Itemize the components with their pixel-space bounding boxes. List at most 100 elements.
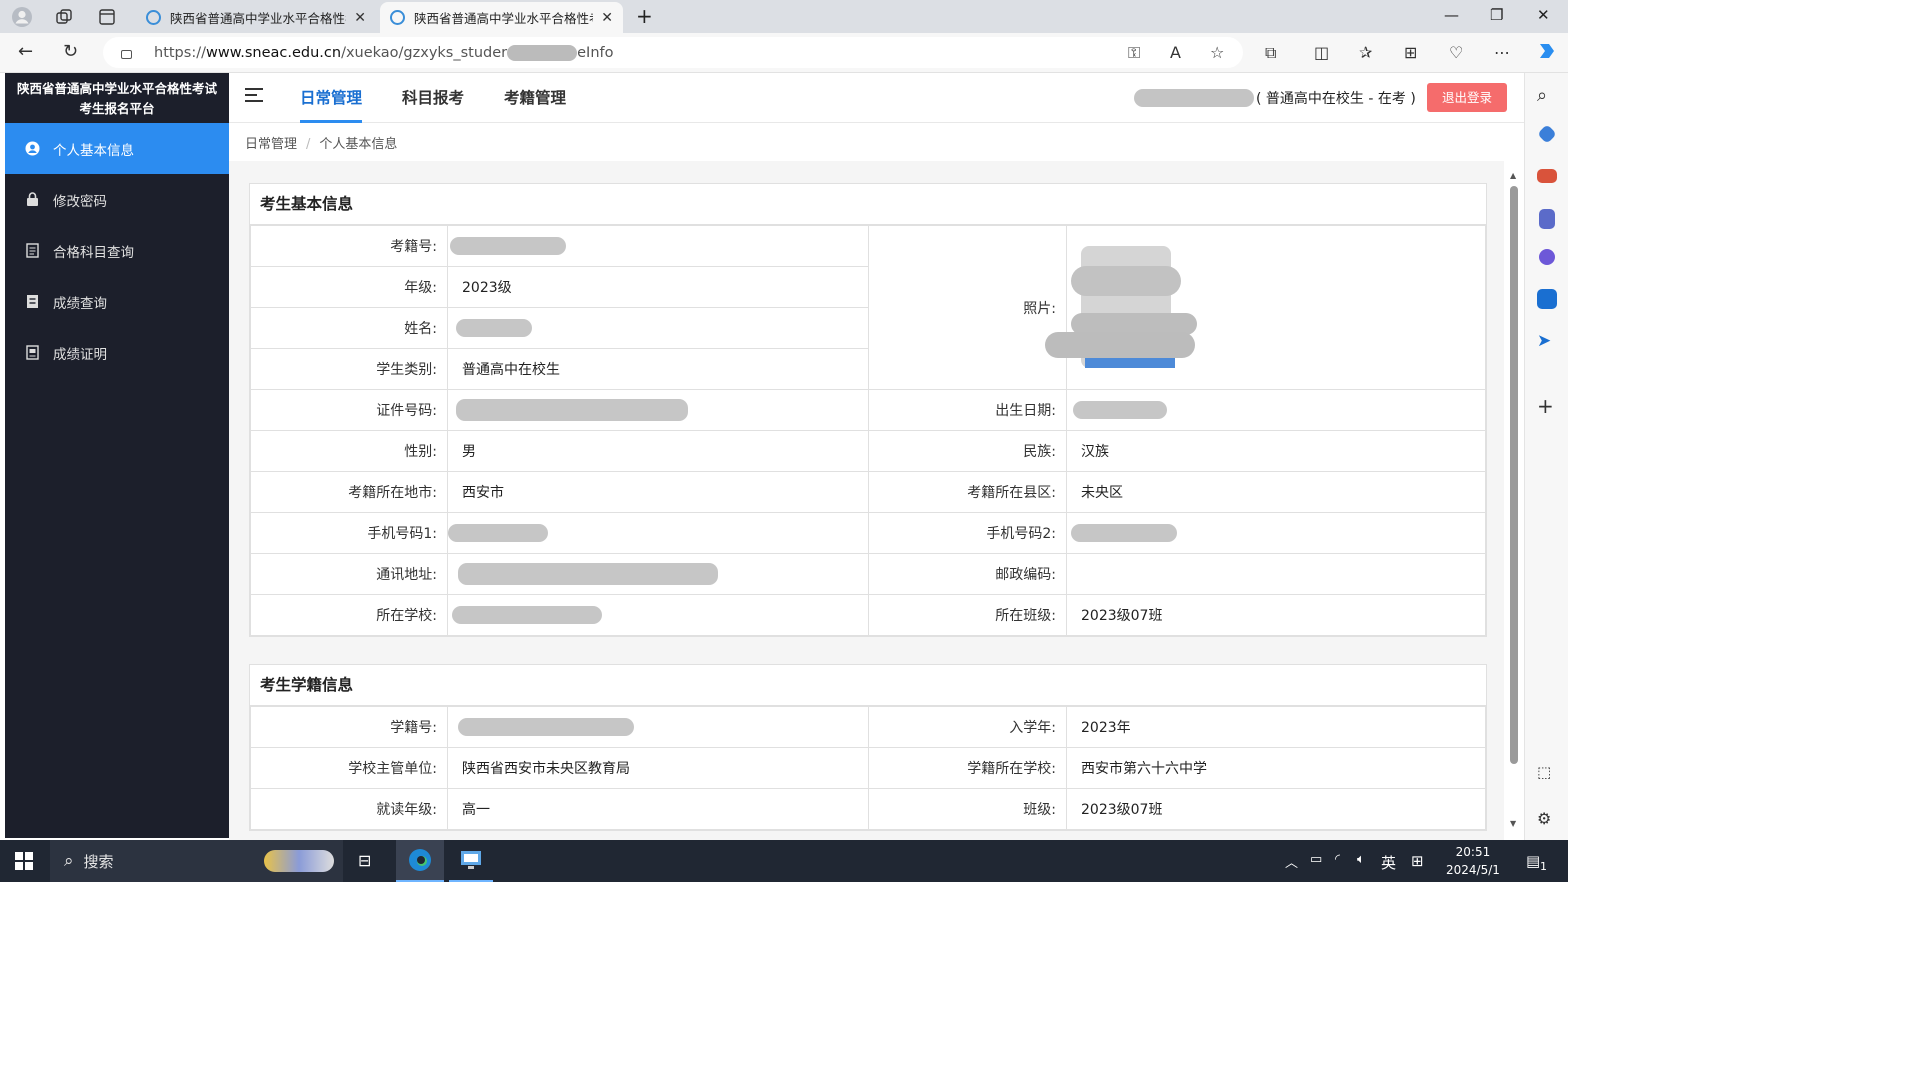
minimize-icon[interactable]: — [1444,6,1459,24]
sidebar-item-score-query[interactable]: 成绩查询 [5,276,229,327]
extensions-icon[interactable]: ⧉ [1265,43,1276,63]
breadcrumb-item[interactable]: 日常管理 [245,137,297,152]
value-district: 未央区 [1066,471,1486,513]
favorites-icon[interactable]: ✰ [1359,43,1372,62]
clock[interactable]: 20:51 2024/5/1 [1446,843,1500,879]
tools-icon[interactable] [1537,169,1557,183]
label-address: 通讯地址: [250,553,448,595]
table-row: 就读年级: 高一 班级: 2023级07班 [250,788,1486,830]
url-path-end: eInfo [577,44,614,61]
close-tab-icon[interactable]: ✕ [354,10,366,26]
back-icon[interactable]: ← [18,41,33,62]
taskbar-search[interactable]: ⌕ 搜索 [50,840,343,882]
games-icon[interactable] [1539,209,1555,229]
copilot-app-icon[interactable] [1539,249,1555,265]
label-enroll-year: 入学年: [868,706,1067,748]
url-scheme: https:// [154,44,206,61]
page-scrollbar[interactable]: ▲ ▼ [1510,171,1518,831]
table-row: 学籍号: 入学年: 2023年 [250,706,1486,748]
tab-actions-icon[interactable] [94,4,120,30]
scrollbar-thumb[interactable] [1510,186,1518,764]
favorite-star-icon[interactable]: ☆ [1210,43,1224,62]
screenshot-icon[interactable]: ⬚ [1537,763,1557,783]
url-path: /xuekao/gzxyks_studer [341,44,508,61]
lock-icon [121,50,132,59]
logout-button[interactable]: 退出登录 [1427,83,1507,112]
volume-icon[interactable]: 🔈︎ [1357,852,1365,867]
shopping-tag-icon[interactable] [1537,124,1557,144]
collections-icon[interactable]: ⊞ [1404,43,1417,62]
task-view-icon[interactable]: ⊟ [358,851,371,870]
more-menu-icon[interactable]: ⋯ [1494,43,1510,62]
redacted-blur [448,524,548,542]
list-icon [25,243,40,258]
label-grade: 年级: [250,266,448,308]
outlook-icon[interactable] [1537,289,1557,309]
key-icon[interactable]: ⚿ [1128,43,1140,63]
browser-tab-1[interactable]: 陕西省普通高中学业水平合格性考试考生报名平台 ✕ [136,2,376,33]
table-row: 性别: 男 民族: 汉族 [250,430,1486,472]
refresh-icon[interactable]: ↻ [63,41,78,62]
close-window-icon[interactable]: ✕ [1537,6,1550,24]
label-school: 所在学校: [250,594,448,636]
settings-gear-icon[interactable]: ⚙ [1537,809,1557,829]
redacted-blur [458,718,634,736]
main-area: 日常管理 科目报考 考籍管理 ( 普通高中在校生 - 在考 ) 退出登录 日常管… [229,73,1524,840]
scroll-down-icon[interactable]: ▼ [1510,819,1516,828]
windows-start-icon[interactable] [15,852,33,874]
taskbar-remote-app[interactable] [449,840,493,882]
address-bar-row: ← ↻ https://www.sneac.edu.cn/xuekao/gzxy… [0,33,1568,73]
table-row: 学校主管单位: 陕西省西安市未央区教育局 学籍所在学校: 西安市第六十六中学 [250,747,1486,789]
grade-icon [25,294,40,309]
tab-exam-registry[interactable]: 考籍管理 [504,73,566,123]
browser-essentials-icon[interactable]: ♡ [1449,43,1463,62]
label-category: 学生类别: [250,348,448,390]
section-title: 考生学籍信息 [250,665,1486,706]
label-phone2: 手机号码2: [868,512,1067,554]
table-row: 证件号码: 出生日期: [250,389,1486,431]
user-icon [25,141,40,156]
new-tab-icon[interactable]: + [636,4,653,28]
tray-chevron-icon[interactable]: ︿ [1285,852,1298,871]
taskbar-edge-app[interactable] [396,840,444,882]
scroll-up-icon[interactable]: ▲ [1510,171,1516,180]
battery-icon[interactable]: ▭ [1310,852,1322,867]
value-city: 西安市 [447,471,869,513]
sidebar-item-change-password[interactable]: 修改密码 [5,174,229,225]
section-title: 考生基本信息 [250,184,1486,225]
browser-tab-2[interactable]: 陕西省普通高中学业水平合格性考试考生报名平台 ✕ [380,2,623,33]
url-field[interactable]: https://www.sneac.edu.cn/xuekao/gzxyks_s… [103,37,1243,68]
user-info: ( 普通高中在校生 - 在考 ) [1134,88,1416,108]
ime-mode-icon[interactable]: ⊞ [1411,852,1424,870]
value-exam-id [447,225,869,267]
label-authority: 学校主管单位: [250,747,448,789]
ime-indicator[interactable]: 英 [1381,852,1396,873]
tab-subject-registration[interactable]: 科目报考 [402,73,464,123]
tab-daily-management[interactable]: 日常管理 [300,73,363,123]
maximize-icon[interactable]: ❐ [1490,6,1503,24]
top-nav: 日常管理 科目报考 考籍管理 ( 普通高中在校生 - 在考 ) 退出登录 [229,73,1524,123]
send-icon[interactable]: ➤ [1537,331,1557,351]
sidebar-item-qualified-subjects[interactable]: 合格科目查询 [5,225,229,276]
label-enroll-school: 学籍所在学校: [868,747,1067,789]
close-tab-icon[interactable]: ✕ [601,10,613,26]
search-icon[interactable]: ⌕ [1537,85,1557,106]
redacted-username [1134,89,1254,107]
enrollment-info-table: 学籍号: 入学年: 2023年 学校主管单位: 陕西省西安市未央区教育局 学籍所… [250,706,1486,830]
profile-icon[interactable] [9,4,35,30]
value-enroll-year: 2023年 [1066,706,1486,748]
network-icon[interactable]: ◜ [1335,852,1340,867]
read-aloud-icon[interactable]: A [1170,43,1181,62]
split-screen-icon[interactable]: ◫ [1314,43,1329,62]
tab-title: 陕西省普通高中学业水平合格性考试考生报名平台 [170,11,346,26]
sidebar-item-score-certificate[interactable]: 成绩证明 [5,327,229,378]
sidebar-item-basic-info[interactable]: 个人基本信息 [5,123,229,174]
user-status: ( 普通高中在校生 - 在考 ) [1256,91,1416,107]
notification-icon[interactable]: ▤ [1526,852,1540,870]
workspaces-icon[interactable] [51,4,77,30]
copilot-icon[interactable] [1536,40,1558,66]
browser-tab-bar: 陕西省普通高中学业水平合格性考试考生报名平台 ✕ 陕西省普通高中学业水平合格性考… [0,0,1568,33]
redacted-blur [450,237,566,255]
menu-toggle-icon[interactable] [245,88,263,104]
add-icon[interactable]: + [1537,394,1557,418]
